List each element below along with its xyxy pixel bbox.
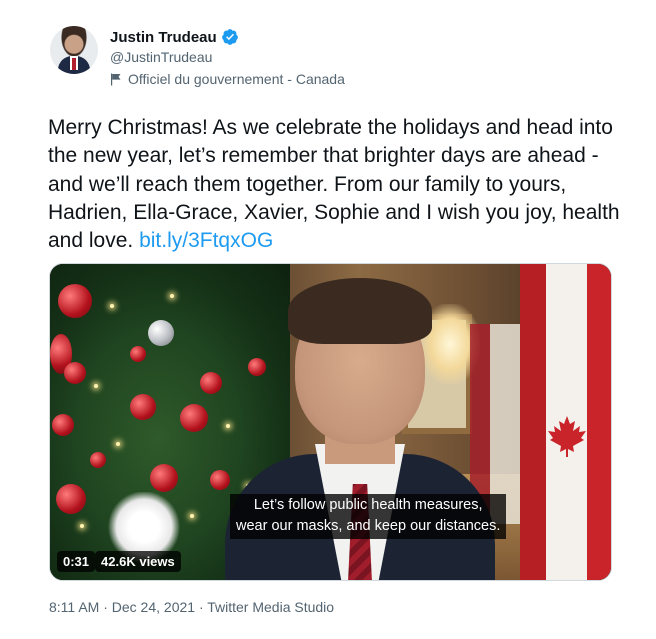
ornament	[64, 362, 86, 384]
ornament	[56, 484, 86, 514]
ornament	[52, 414, 74, 436]
ornament	[58, 284, 92, 318]
video-caption: Let’s follow public health measures, wea…	[230, 494, 507, 539]
tree-light	[170, 294, 174, 298]
tree-light	[80, 524, 84, 528]
tweet-timestamp[interactable]: 8:11 AM · Dec 24, 2021 · Twitter Media S…	[49, 599, 334, 615]
handle[interactable]: @JustinTrudeau	[110, 49, 345, 65]
tweet-body: Merry Christmas! As we celebrate the hol…	[48, 116, 620, 253]
video-views: 42.6K views	[95, 551, 181, 572]
verified-badge-icon	[221, 28, 239, 46]
maple-leaf-icon	[548, 416, 586, 457]
tweet-link[interactable]: bit.ly/3FtqxOG	[139, 229, 273, 252]
tweet-header: Justin Trudeau @JustinTrudeau Officiel d…	[50, 26, 610, 96]
author-info: Justin Trudeau @JustinTrudeau Officiel d…	[110, 28, 345, 88]
caption-line-1: Let’s follow public health measures,	[253, 497, 483, 513]
video-duration: 0:31	[57, 551, 96, 572]
caption-line-2: wear our masks, and keep our distances.	[236, 518, 501, 534]
avatar-tie	[72, 58, 76, 70]
tree-light	[116, 442, 120, 446]
ornament	[148, 320, 174, 346]
flag-icon	[110, 73, 122, 86]
government-label: Officiel du gouvernement - Canada	[110, 71, 345, 87]
ornament	[150, 464, 178, 492]
video-meta: 0:31 42.6K views	[57, 551, 181, 572]
ornament	[130, 346, 146, 362]
ornament	[130, 394, 156, 420]
tree-light	[94, 384, 98, 388]
tweet-text: Merry Christmas! As we celebrate the hol…	[48, 114, 624, 255]
name-row: Justin Trudeau	[110, 28, 345, 46]
avatar[interactable]	[50, 26, 98, 74]
tree-light	[190, 514, 194, 518]
display-name[interactable]: Justin Trudeau	[110, 29, 217, 46]
video-player[interactable]: Let’s follow public health measures, wea…	[49, 263, 612, 581]
tree-light	[110, 304, 114, 308]
ornament	[90, 452, 106, 468]
speaker-hair	[288, 278, 432, 344]
government-label-text: Officiel du gouvernement - Canada	[128, 71, 345, 87]
